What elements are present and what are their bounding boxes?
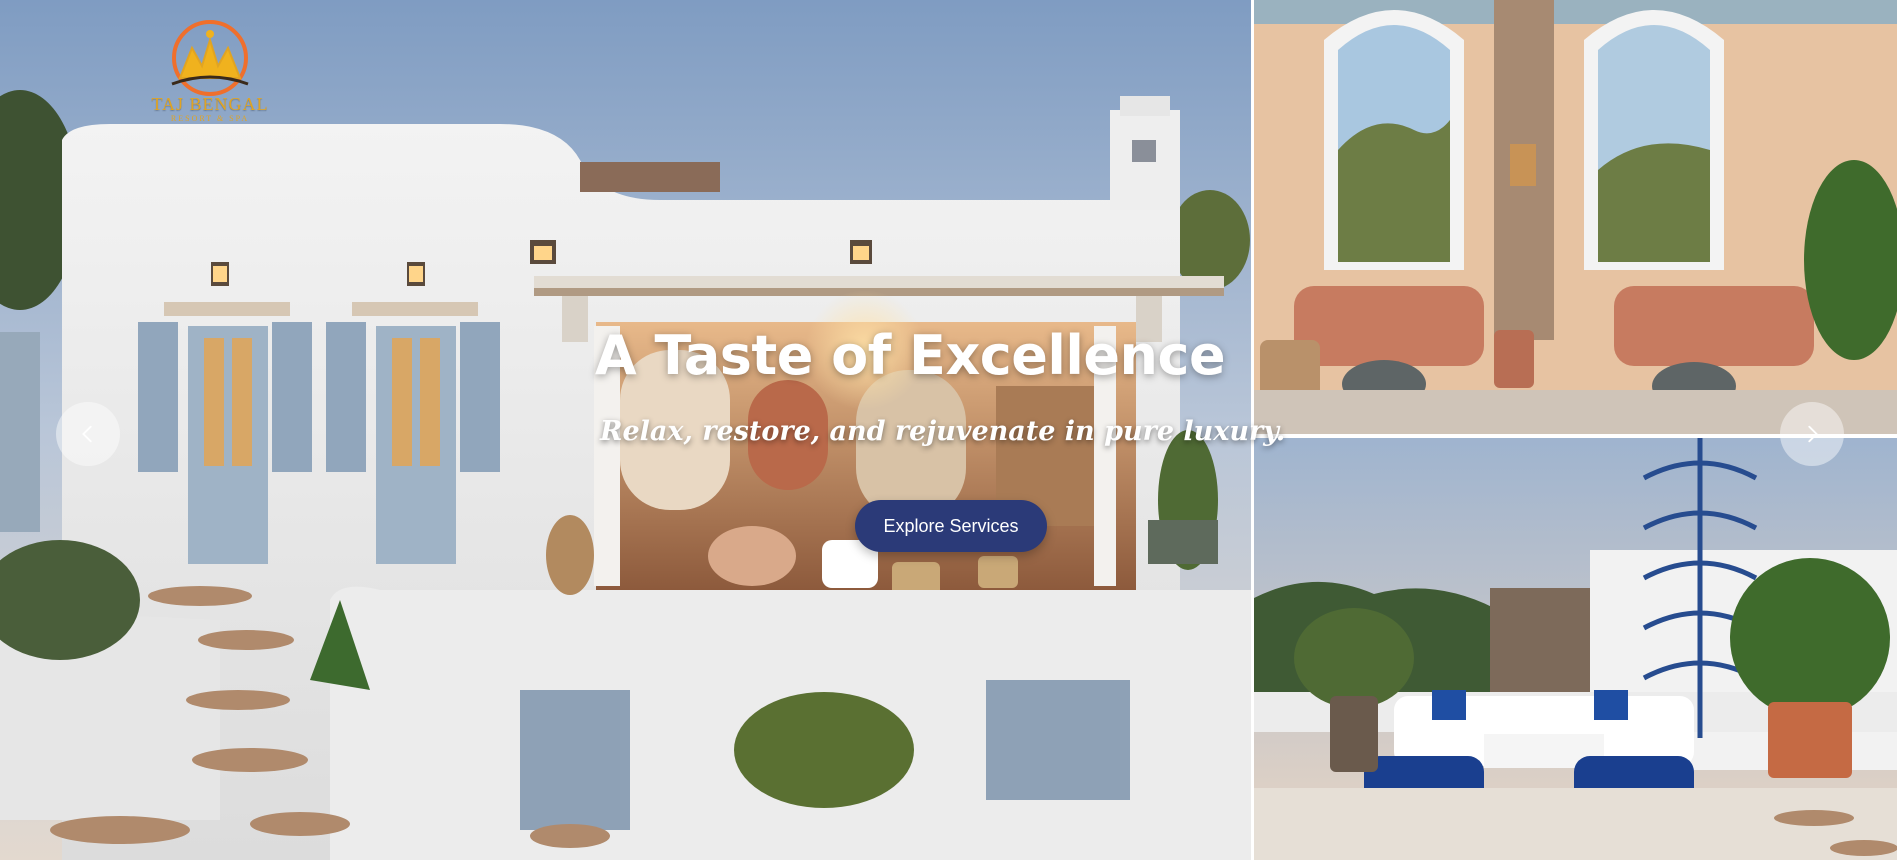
crown-logo-icon xyxy=(171,20,249,96)
carousel-prev-button[interactable] xyxy=(56,402,120,466)
hero-subtitle: Relax, restore, and rejuvenate in pure l… xyxy=(600,416,1286,447)
carousel-next-button[interactable] xyxy=(1780,402,1844,466)
brand-name: TAJ BENGAL xyxy=(151,94,269,114)
brand-logo[interactable]: TAJ BENGAL RESORT & SPA xyxy=(140,18,280,130)
chevron-left-icon xyxy=(82,425,92,443)
hero-bottom-right-image xyxy=(1254,438,1897,860)
hero-title: A Taste of Excellence xyxy=(594,324,1226,387)
hero-top-right-image xyxy=(1254,0,1897,434)
hero-section: TAJ BENGAL RESORT & SPA A Taste of Excel… xyxy=(0,0,1897,860)
brand-tagline: RESORT & SPA xyxy=(170,114,250,123)
chevron-right-icon xyxy=(1808,425,1818,443)
explore-services-button[interactable]: Explore Services xyxy=(855,500,1047,552)
